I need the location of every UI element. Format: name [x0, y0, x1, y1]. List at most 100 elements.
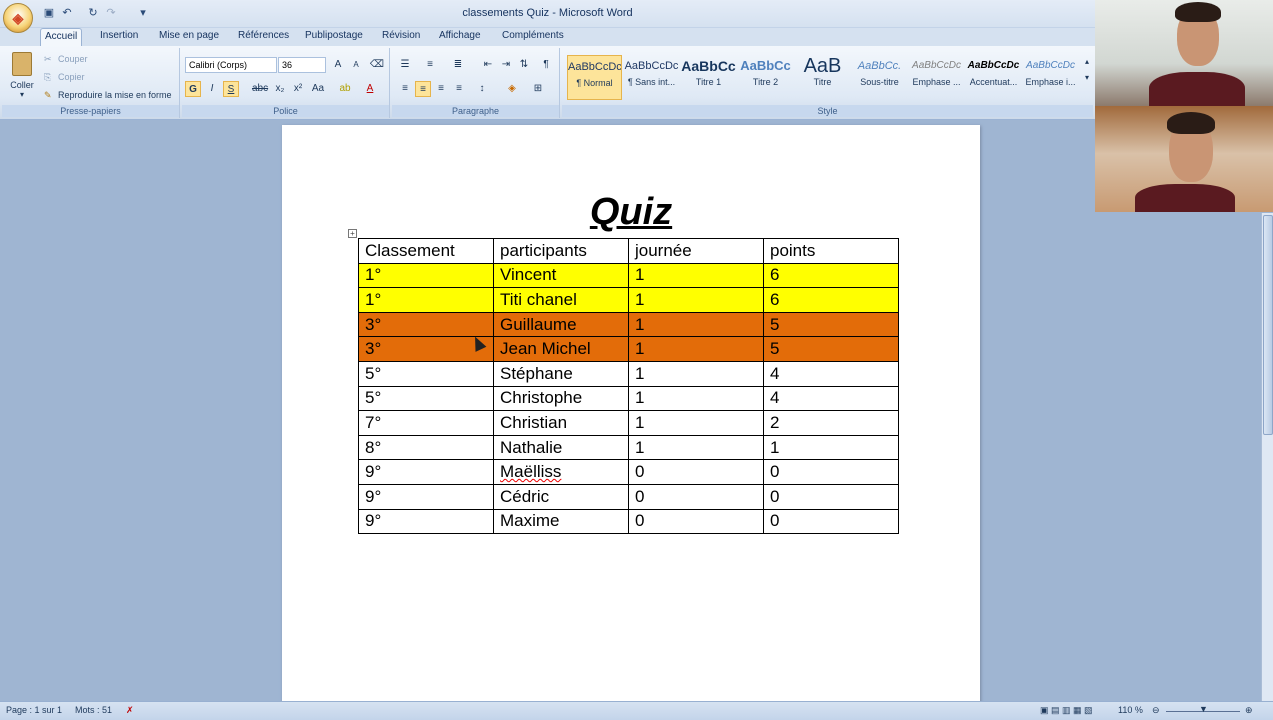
page-count[interactable]: Page : 1 sur 1 [6, 705, 62, 715]
style-sans-interligne[interactable]: AaBbCcDc ¶ Sans int... [624, 55, 679, 100]
table-move-handle-icon[interactable]: + [348, 229, 357, 238]
cell-journee[interactable]: 0 [628, 459, 764, 485]
cell-points[interactable]: 2 [763, 410, 899, 436]
tab-publipostage[interactable]: Publipostage [301, 28, 367, 46]
cut-button[interactable]: Couper [58, 54, 88, 64]
tab-mise-en-page[interactable]: Mise en page [155, 28, 223, 46]
document-page[interactable]: Quiz + Classement participants journée p… [282, 125, 980, 701]
tab-affichage[interactable]: Affichage [435, 28, 485, 46]
align-right-icon[interactable]: ≡ [433, 81, 449, 97]
font-size-select[interactable]: 36 [278, 57, 326, 73]
grow-font-icon[interactable]: A [330, 57, 346, 73]
tab-revision[interactable]: Révision [378, 28, 424, 46]
format-painter-button[interactable]: Reproduire la mise en forme [58, 90, 172, 100]
cell-participant[interactable]: Christophe [493, 385, 629, 412]
ranking-table[interactable]: Classement participants journée points 1… [358, 238, 899, 535]
decrease-indent-icon[interactable]: ⇤ [480, 57, 496, 73]
cell-journee[interactable]: 0 [628, 483, 764, 510]
strikethrough-icon[interactable]: abc [252, 81, 268, 97]
word-count[interactable]: Mots : 51 [75, 705, 112, 715]
italic-icon[interactable]: I [204, 81, 220, 97]
cell-participant[interactable]: Titi chanel [493, 287, 629, 313]
cell-points[interactable]: 4 [763, 385, 899, 412]
bullets-icon[interactable]: ☰ [397, 57, 413, 73]
shrink-font-icon[interactable]: A [348, 57, 364, 73]
cell-rank[interactable]: 8° [358, 434, 494, 461]
zoom-in-icon[interactable]: ⊕ [1245, 705, 1253, 716]
shading-icon[interactable]: ◈ [504, 81, 520, 97]
highlight-icon[interactable]: ab [337, 81, 353, 97]
style-sous-titre[interactable]: AaBbCc. Sous-titre [852, 55, 907, 100]
cell-participant[interactable]: Cédric [493, 483, 629, 510]
borders-icon[interactable]: ⊞ [530, 81, 546, 97]
view-layout-icons[interactable]: ▣ ▤ ▥ ▦ ▧ [1040, 705, 1093, 716]
sort-icon[interactable]: ⇅ [516, 57, 532, 73]
zoom-slider-thumb-icon[interactable]: ▼ [1199, 704, 1208, 714]
cell-journee[interactable]: 1 [628, 360, 764, 387]
cell-points[interactable]: 6 [763, 287, 899, 313]
cell-rank[interactable]: 1° [358, 287, 494, 313]
zoom-out-icon[interactable]: ⊖ [1152, 705, 1160, 716]
cell-journee[interactable]: 0 [628, 508, 764, 535]
cell-journee[interactable]: 1 [628, 287, 764, 313]
cell-rank[interactable]: 5° [358, 385, 494, 412]
proofing-icon[interactable]: ✗ [126, 705, 134, 716]
cell-journee[interactable]: 1 [628, 262, 764, 289]
numbering-icon[interactable]: ≡ [422, 57, 438, 73]
cell-participant[interactable]: Vincent [493, 262, 629, 289]
change-case-icon[interactable]: Aa [310, 81, 326, 97]
tab-references[interactable]: Références [234, 28, 293, 46]
style-titre[interactable]: AaB Titre [795, 55, 850, 100]
line-spacing-icon[interactable]: ↕ [474, 81, 490, 97]
cell-points[interactable]: 5 [763, 336, 899, 362]
cell-participant[interactable]: Stéphane [493, 360, 629, 387]
cell-points[interactable]: 6 [763, 262, 899, 289]
cell-points[interactable]: 4 [763, 360, 899, 387]
style-titre-1[interactable]: AaBbCc Titre 1 [681, 55, 736, 100]
tab-complements[interactable]: Compléments [498, 28, 568, 46]
align-center-icon[interactable]: ≡ [415, 81, 431, 97]
cell-rank[interactable]: 5° [358, 360, 494, 387]
cell-rank[interactable]: 3° [358, 311, 494, 338]
cell-journee[interactable]: 1 [628, 410, 764, 436]
cell-points[interactable]: 0 [763, 508, 899, 535]
cell-rank[interactable]: 7° [358, 410, 494, 436]
zoom-level[interactable]: 110 % [1118, 705, 1143, 715]
cell-journee[interactable]: 1 [628, 311, 764, 338]
cell-points[interactable]: 1 [763, 434, 899, 461]
align-left-icon[interactable]: ≡ [397, 81, 413, 97]
clear-format-icon[interactable]: ⌫ [369, 57, 385, 73]
cell-points[interactable]: 0 [763, 459, 899, 485]
cell-participant[interactable]: Nathalie [493, 434, 629, 461]
cell-journee[interactable]: 1 [628, 434, 764, 461]
tab-accueil[interactable]: Accueil [40, 28, 83, 47]
cell-journee[interactable]: 1 [628, 385, 764, 412]
cell-rank[interactable]: 1° [358, 262, 494, 289]
bold-icon[interactable]: G [185, 81, 201, 97]
cell-participant[interactable]: Christian [493, 410, 629, 436]
font-name-select[interactable]: Calibri (Corps) [185, 57, 277, 73]
style-accentuation[interactable]: AaBbCcDc Accentuat... [966, 55, 1021, 100]
cell-participant[interactable]: Guillaume [493, 311, 629, 338]
style-emphase-pale[interactable]: AaBbCcDc Emphase ... [909, 55, 964, 100]
justify-icon[interactable]: ≡ [451, 81, 467, 97]
vertical-scrollbar[interactable] [1261, 213, 1273, 701]
copy-button[interactable]: Copier [58, 72, 85, 82]
cell-participant[interactable]: Maëlliss [493, 459, 629, 485]
style-titre-2[interactable]: AaBbCc Titre 2 [738, 55, 793, 100]
style-normal[interactable]: AaBbCcDc ¶ Normal [567, 55, 622, 100]
cell-points[interactable]: 5 [763, 311, 899, 338]
cell-participant[interactable]: Maxime [493, 508, 629, 535]
superscript-icon[interactable]: x² [290, 81, 306, 97]
cell-rank[interactable]: 9° [358, 483, 494, 510]
scrollbar-thumb[interactable] [1263, 215, 1273, 435]
font-color-icon[interactable]: A [362, 81, 378, 97]
cell-rank[interactable]: 9° [358, 459, 494, 485]
cell-participant[interactable]: Jean Michel [493, 336, 629, 362]
multilevel-list-icon[interactable]: ≣ [450, 57, 466, 73]
office-button[interactable]: ◈ [3, 3, 33, 33]
cell-points[interactable]: 0 [763, 483, 899, 510]
cell-rank[interactable]: 9° [358, 508, 494, 535]
pilcrow-icon[interactable]: ¶ [538, 57, 554, 73]
increase-indent-icon[interactable]: ⇥ [498, 57, 514, 73]
